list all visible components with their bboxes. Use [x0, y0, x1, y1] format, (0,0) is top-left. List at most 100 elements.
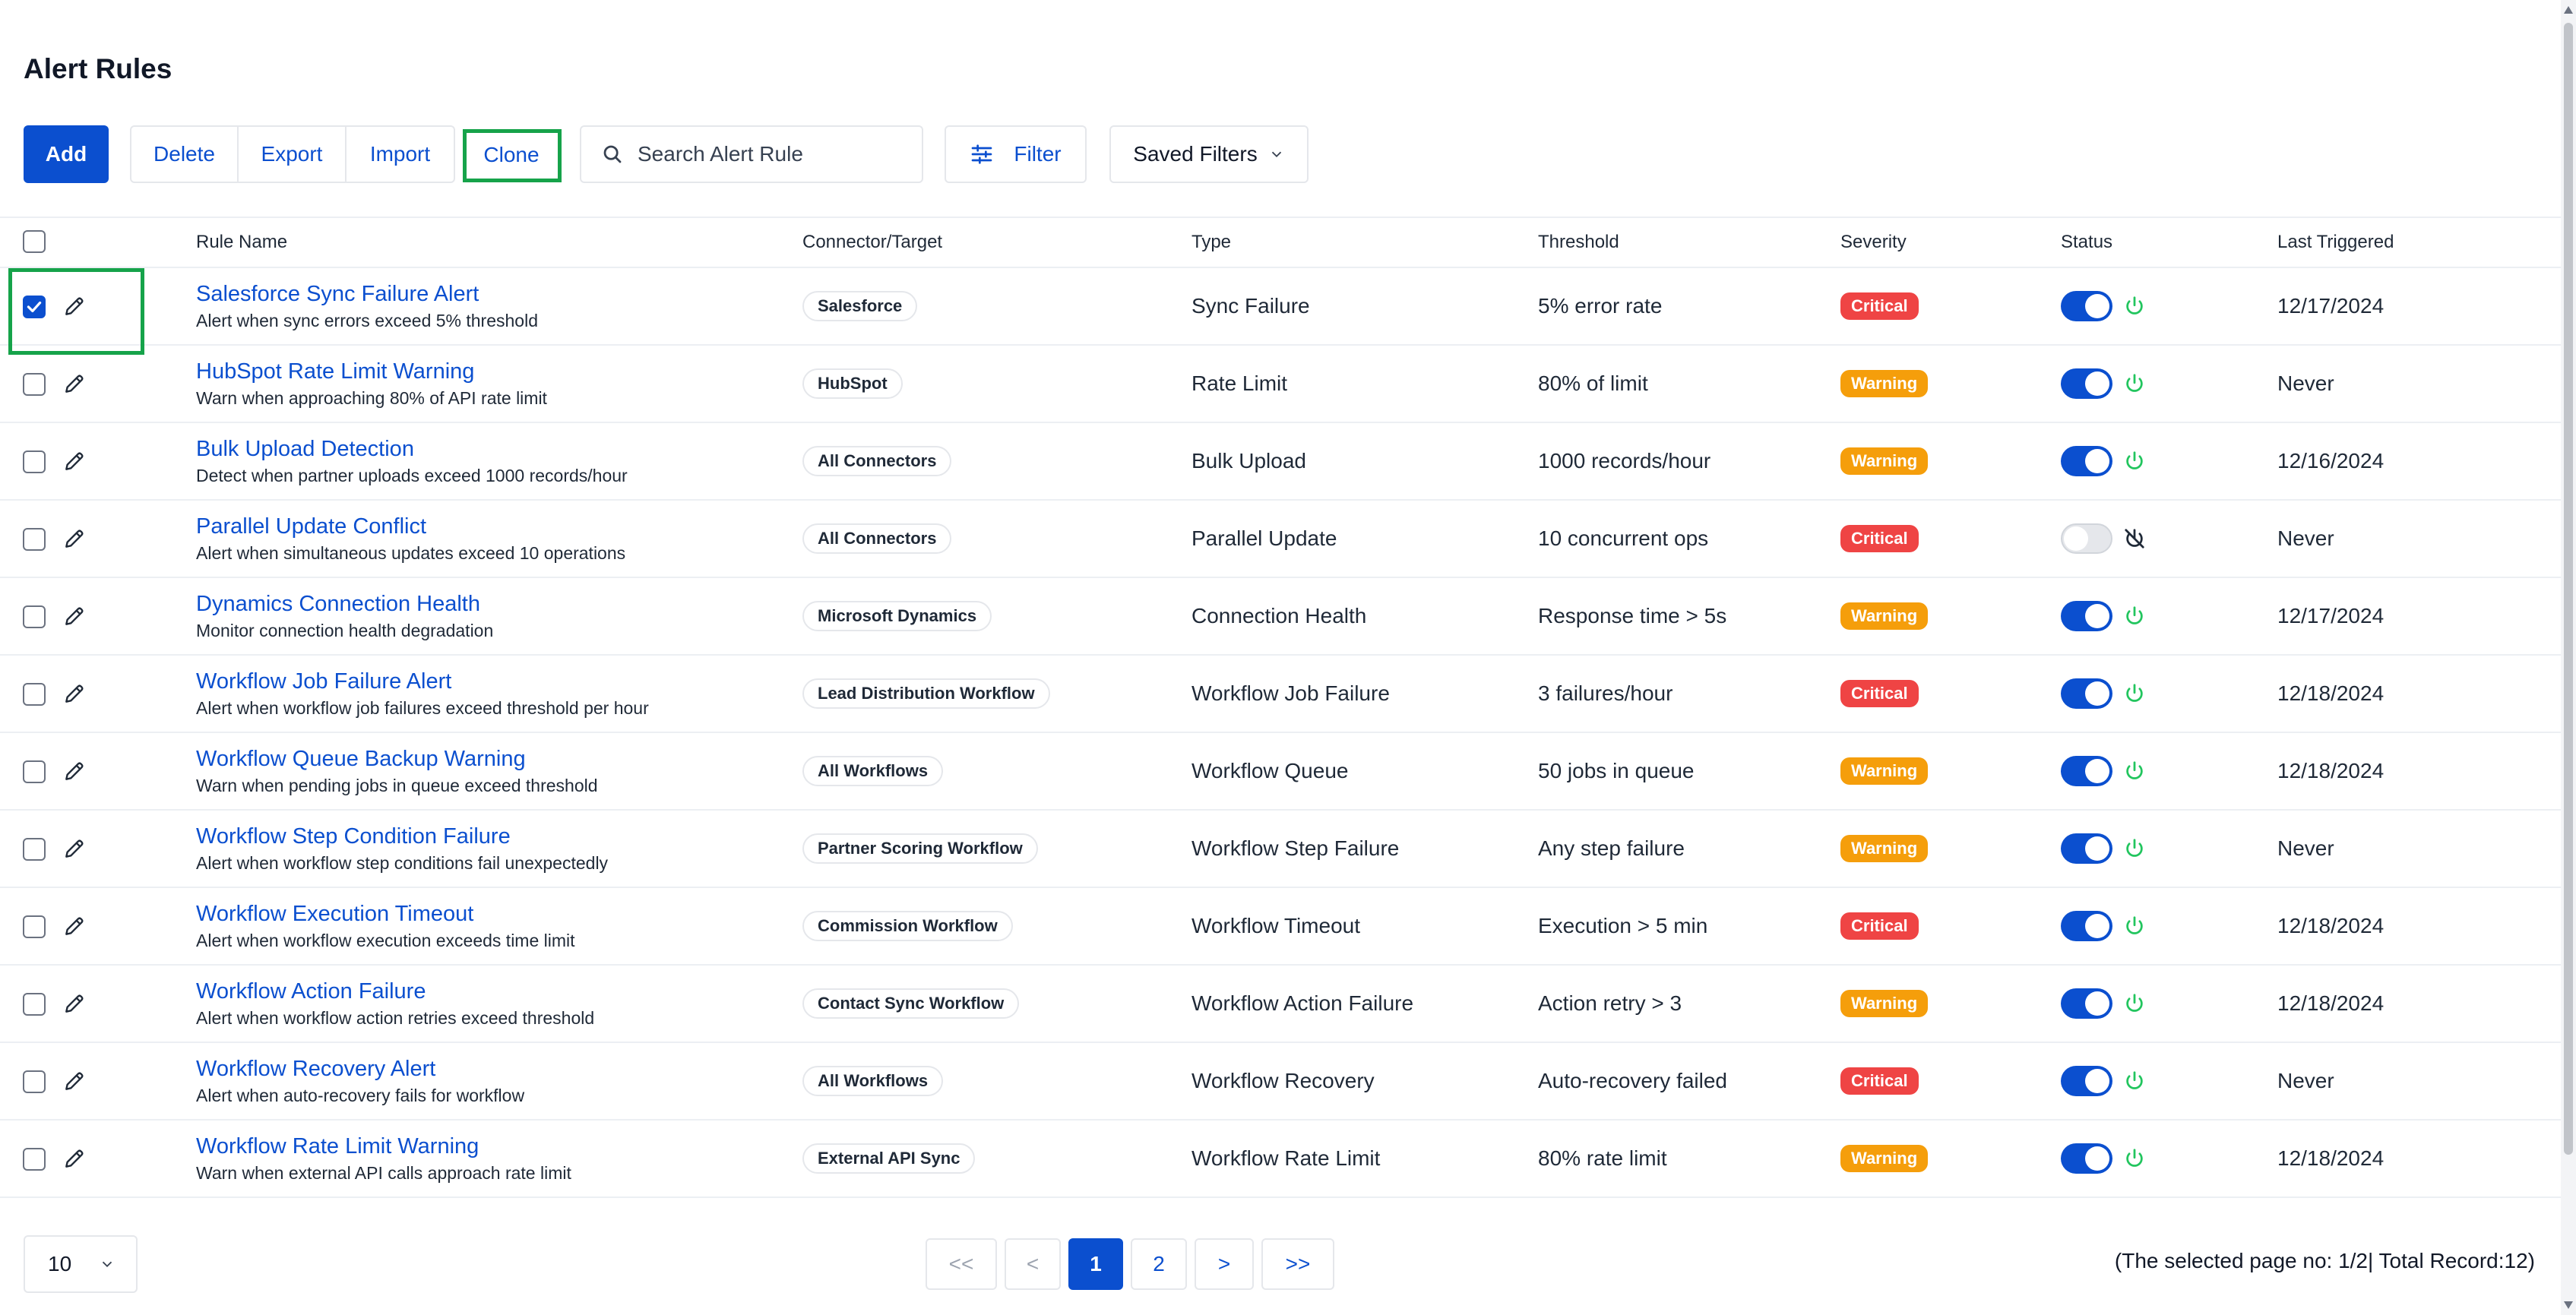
vertical-scrollbar[interactable]	[2561, 0, 2576, 1315]
threshold-cell: Auto-recovery failed	[1538, 1069, 1728, 1092]
search-input[interactable]	[636, 141, 897, 167]
clone-button[interactable]: Clone	[464, 131, 559, 179]
scroll-down-arrow-icon[interactable]	[2564, 1301, 2573, 1309]
row-checkbox[interactable]	[23, 296, 46, 318]
status-toggle[interactable]	[2061, 756, 2112, 786]
table-row[interactable]: Workflow Queue Backup Warning Warn when …	[0, 733, 2561, 811]
row-checkbox[interactable]	[23, 683, 46, 706]
first-page-button[interactable]: <<	[926, 1238, 997, 1290]
table-row[interactable]: Workflow Job Failure Alert Alert when wo…	[0, 656, 2561, 733]
status-toggle[interactable]	[2061, 291, 2112, 321]
rule-name-link[interactable]: Workflow Queue Backup Warning	[196, 744, 526, 773]
toggle-knob	[2085, 1146, 2109, 1171]
row-checkbox[interactable]	[23, 838, 46, 861]
connector-chip: All Workflows	[802, 1066, 944, 1096]
last-triggered-cell: Never	[2277, 836, 2334, 860]
edit-pencil-icon[interactable]	[62, 1069, 87, 1093]
table-row[interactable]: Workflow Recovery Alert Alert when auto-…	[0, 1043, 2561, 1121]
rule-name-link[interactable]: Workflow Recovery Alert	[196, 1054, 435, 1083]
page-size-select[interactable]: 10	[24, 1235, 138, 1293]
table-row[interactable]: Parallel Update Conflict Alert when simu…	[0, 501, 2561, 578]
scroll-up-arrow-icon[interactable]	[2564, 6, 2573, 14]
table-row[interactable]: Bulk Upload Detection Detect when partne…	[0, 423, 2561, 501]
rule-name-cell: Dynamics Connection Health Monitor conne…	[196, 578, 789, 654]
table-row[interactable]: Dynamics Connection Health Monitor conne…	[0, 578, 2561, 656]
status-toggle[interactable]	[2061, 911, 2112, 941]
column-header-rule-name: Rule Name	[196, 232, 288, 252]
rule-name-link[interactable]: Dynamics Connection Health	[196, 590, 480, 618]
row-checkbox[interactable]	[23, 450, 46, 473]
next-page-button[interactable]: >	[1195, 1238, 1254, 1290]
edit-pencil-icon[interactable]	[62, 449, 87, 473]
import-button[interactable]: Import	[347, 127, 454, 182]
rule-name-link[interactable]: Salesforce Sync Failure Alert	[196, 280, 479, 308]
last-triggered-cell: Never	[2277, 371, 2334, 395]
rule-name-link[interactable]: Parallel Update Conflict	[196, 512, 426, 541]
status-toggle[interactable]	[2061, 678, 2112, 709]
rule-name-link[interactable]: HubSpot Rate Limit Warning	[196, 357, 474, 386]
last-page-button[interactable]: >>	[1261, 1238, 1334, 1290]
column-header-status: Status	[2061, 232, 2113, 252]
row-checkbox[interactable]	[23, 915, 46, 938]
status-toggle[interactable]	[2061, 988, 2112, 1019]
saved-filters-dropdown[interactable]: Saved Filters	[1109, 125, 1309, 183]
prev-page-button[interactable]: <	[1005, 1238, 1061, 1290]
status-toggle[interactable]	[2061, 446, 2112, 476]
row-checkbox[interactable]	[23, 373, 46, 396]
rule-name-link[interactable]: Workflow Rate Limit Warning	[196, 1132, 479, 1161]
edit-pencil-icon[interactable]	[62, 914, 87, 938]
page-button-1[interactable]: 1	[1068, 1238, 1123, 1290]
rule-name-link[interactable]: Workflow Execution Timeout	[196, 899, 473, 928]
table-row[interactable]: Workflow Execution Timeout Alert when wo…	[0, 888, 2561, 966]
status-toggle[interactable]	[2061, 523, 2112, 554]
row-checkbox[interactable]	[23, 528, 46, 551]
row-checkbox[interactable]	[23, 1070, 46, 1093]
search-field[interactable]	[580, 125, 923, 183]
rule-name-link[interactable]: Workflow Action Failure	[196, 977, 426, 1006]
select-all-checkbox[interactable]	[23, 230, 46, 253]
rule-description: Monitor connection health degradation	[196, 621, 494, 640]
edit-pencil-icon[interactable]	[62, 294, 87, 318]
edit-pencil-icon[interactable]	[62, 526, 87, 551]
edit-pencil-icon[interactable]	[62, 836, 87, 861]
power-on-icon	[2126, 761, 2143, 779]
row-checkbox[interactable]	[23, 760, 46, 783]
connector-cell: Contact Sync Workflow	[802, 966, 1020, 1042]
row-checkbox[interactable]	[23, 605, 46, 628]
table-row[interactable]: Workflow Rate Limit Warning Warn when ex…	[0, 1121, 2561, 1198]
edit-pencil-icon[interactable]	[62, 604, 87, 628]
table-row[interactable]: Workflow Action Failure Alert when workf…	[0, 966, 2561, 1043]
status-toggle[interactable]	[2061, 833, 2112, 864]
status-toggle[interactable]	[2061, 1066, 2112, 1096]
rule-name-link[interactable]: Workflow Step Condition Failure	[196, 822, 511, 851]
edit-pencil-icon[interactable]	[62, 371, 87, 396]
export-button[interactable]: Export	[239, 127, 347, 182]
status-toggle[interactable]	[2061, 601, 2112, 631]
table-row[interactable]: HubSpot Rate Limit Warning Warn when app…	[0, 346, 2561, 423]
connector-cell: Microsoft Dynamics	[802, 578, 992, 654]
table-row[interactable]: Salesforce Sync Failure Alert Alert when…	[0, 268, 2561, 346]
rule-description: Warn when pending jobs in queue exceed t…	[196, 776, 598, 795]
status-toggle[interactable]	[2061, 368, 2112, 399]
table-row[interactable]: Workflow Step Condition Failure Alert wh…	[0, 811, 2561, 888]
rule-name-link[interactable]: Workflow Job Failure Alert	[196, 667, 451, 696]
delete-button[interactable]: Delete	[131, 127, 239, 182]
edit-pencil-icon[interactable]	[62, 681, 87, 706]
page-button-2[interactable]: 2	[1131, 1238, 1187, 1290]
status-toggle[interactable]	[2061, 1143, 2112, 1174]
filter-button[interactable]: Filter	[945, 125, 1087, 183]
power-off-icon	[2125, 529, 2144, 548]
row-checkbox[interactable]	[23, 993, 46, 1016]
column-header-severity: Severity	[1840, 232, 1907, 252]
toggle-knob	[2085, 604, 2109, 628]
threshold-cell: Action retry > 3	[1538, 991, 1682, 1015]
column-header-threshold: Threshold	[1538, 232, 1619, 252]
scrollbar-thumb[interactable]	[2564, 23, 2573, 1155]
add-button[interactable]: Add	[24, 125, 109, 183]
rule-name-link[interactable]: Bulk Upload Detection	[196, 435, 414, 463]
edit-pencil-icon[interactable]	[62, 991, 87, 1016]
rule-name-cell: Workflow Execution Timeout Alert when wo…	[196, 888, 789, 964]
row-checkbox[interactable]	[23, 1148, 46, 1171]
edit-pencil-icon[interactable]	[62, 759, 87, 783]
edit-pencil-icon[interactable]	[62, 1146, 87, 1171]
